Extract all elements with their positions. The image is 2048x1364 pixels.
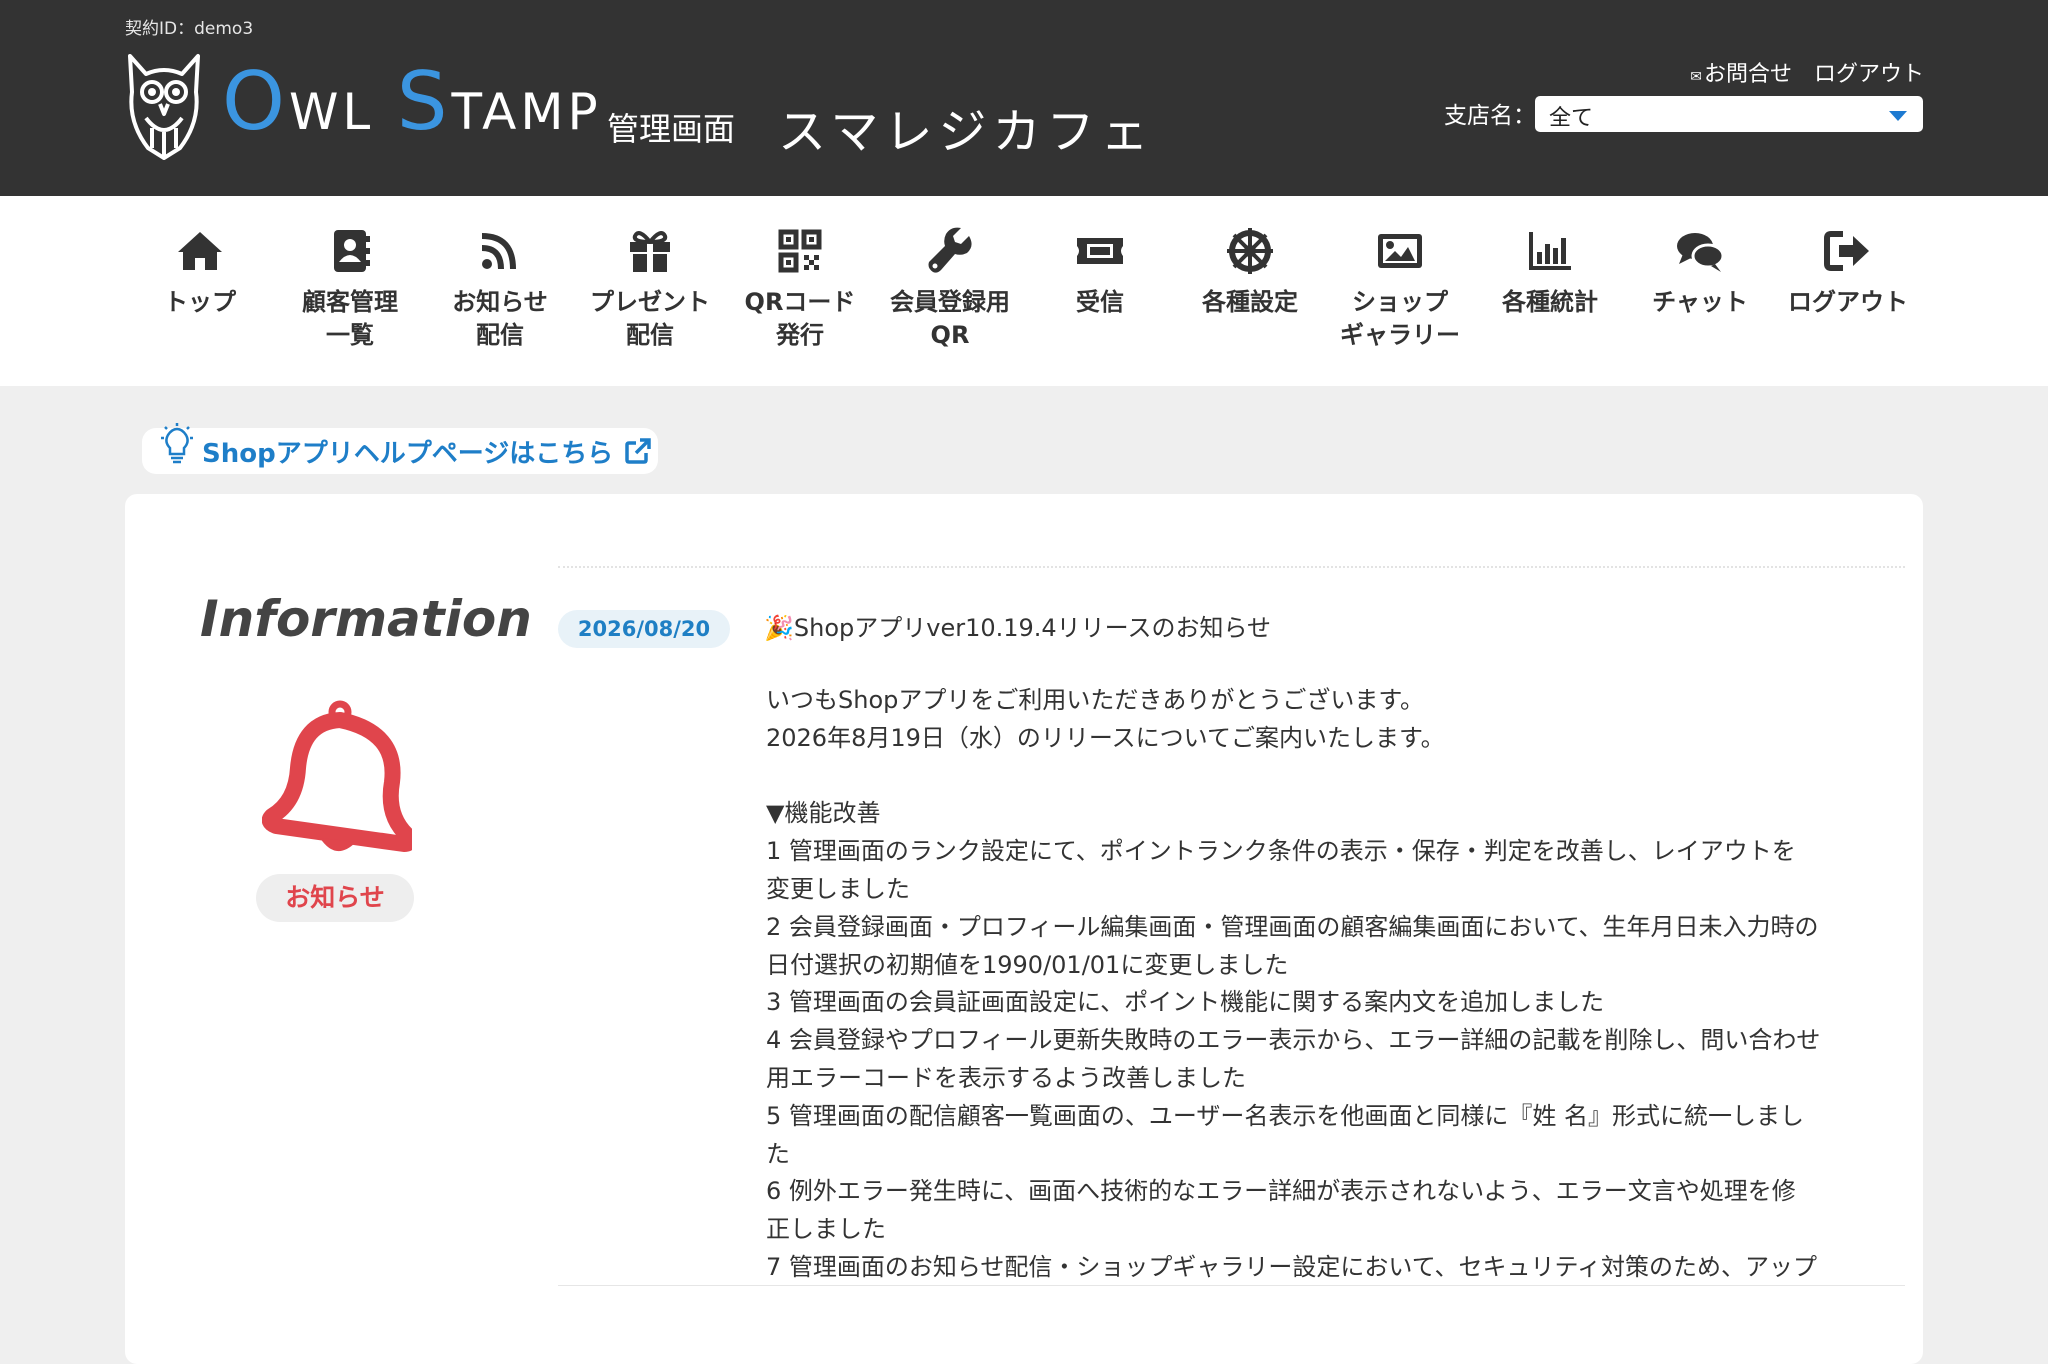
- bell-icon: [262, 700, 412, 852]
- nav-item-member-qr[interactable]: 会員登録用 QR: [880, 226, 1020, 352]
- logo-subtitle: 管理画面: [607, 110, 736, 148]
- information-heading: Information: [200, 590, 532, 648]
- nav-item-logout[interactable]: ログアウト: [1778, 226, 1918, 319]
- nav-item-stats[interactable]: 各種統計: [1480, 226, 1620, 319]
- logo-wordmark: OWL STAMP: [222, 55, 602, 148]
- branch-label: 支店名：: [1444, 103, 1536, 129]
- nav-item-receive[interactable]: 受信: [1030, 226, 1170, 319]
- image-icon: [1378, 234, 1422, 268]
- contact-link[interactable]: ✉お問合せ: [1690, 56, 1792, 88]
- contract-id: 契約ID：demo3: [125, 19, 254, 39]
- notice-badge: お知らせ: [256, 874, 414, 922]
- nav-item-notice[interactable]: お知らせ 配信: [430, 226, 570, 352]
- wrench-icon: [928, 227, 972, 273]
- gift-icon: [630, 231, 670, 272]
- help-link-label: Shopアプリヘルプページはこちら: [202, 438, 614, 469]
- mail-icon: ✉: [1690, 69, 1702, 85]
- header-links: ✉お問合せ ログアウト: [1690, 56, 1924, 88]
- sign-out-icon: [1824, 231, 1869, 271]
- home-icon: [178, 232, 222, 270]
- branch-select-value: 全て: [1549, 106, 1594, 131]
- owl-logo-icon: [128, 54, 200, 160]
- news-body: いつもShopアプリをご利用いただきありがとうございます。 2026年8月19日…: [766, 686, 1821, 1281]
- news-date: 2026/08/20: [558, 610, 730, 648]
- qrcode-icon: [778, 229, 822, 273]
- shop-name: スマレジカフェ: [778, 104, 1155, 160]
- wheel-icon: [1227, 228, 1273, 274]
- rss-icon: [481, 233, 516, 270]
- header-logout-link[interactable]: ログアウト: [1814, 56, 1924, 88]
- ticket-icon: [1077, 238, 1123, 264]
- nav-item-qrcode[interactable]: QRコード 発行: [730, 226, 870, 352]
- nav-item-chat[interactable]: チャット: [1630, 226, 1770, 319]
- chevron-down-icon: [1889, 111, 1907, 121]
- news-item: 2026/08/20 🎉Shopアプリver10.19.4リリースのお知らせ い…: [558, 566, 1905, 1286]
- nav-item-settings[interactable]: 各種設定: [1180, 226, 1320, 319]
- address-book-icon: [334, 230, 370, 272]
- bar-chart-icon: [1529, 232, 1571, 270]
- app-header: 契約ID：demo3 OWL STAMP 管理画面 スマレジカフェ ✉お問合せ …: [0, 0, 2048, 196]
- external-link-icon: [625, 438, 651, 464]
- main-nav: トップ 顧客管理 一覧 お知らせ 配信 プレゼント 配信 QRコード 発行 会員…: [0, 196, 2048, 386]
- nav-item-top[interactable]: トップ: [130, 226, 270, 319]
- nav-item-customers[interactable]: 顧客管理 一覧: [280, 226, 420, 352]
- branch-select[interactable]: 全て: [1535, 96, 1923, 132]
- lightbulb-icon: [161, 423, 193, 464]
- nav-item-present[interactable]: プレゼント 配信: [580, 226, 720, 352]
- comments-icon: [1677, 233, 1725, 272]
- nav-item-gallery[interactable]: ショップ ギャラリー: [1330, 226, 1470, 352]
- help-page-link[interactable]: Shopアプリヘルプページはこちら: [142, 423, 658, 474]
- news-title: 🎉Shopアプリver10.19.4リリースのお知らせ: [764, 614, 1272, 642]
